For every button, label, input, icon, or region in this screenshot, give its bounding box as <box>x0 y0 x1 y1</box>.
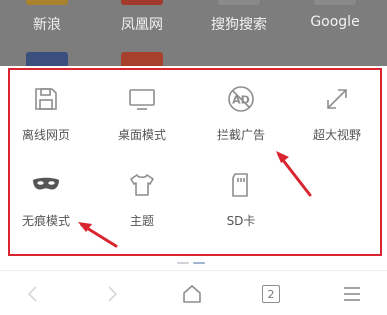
bottom-toolbar: 2 <box>0 270 387 315</box>
hamburger-menu-icon <box>344 287 360 301</box>
page-dot-active <box>193 262 205 264</box>
page-dot <box>177 262 189 264</box>
annotation-arrow <box>78 151 312 248</box>
back-button[interactable] <box>18 279 48 309</box>
tabs-button[interactable]: 2 <box>256 279 286 309</box>
chevron-right-icon <box>108 286 118 302</box>
menu-button[interactable] <box>337 279 367 309</box>
chevron-left-icon <box>27 286 37 302</box>
forward-button[interactable] <box>97 279 127 309</box>
home-icon <box>183 285 201 303</box>
home-button[interactable] <box>177 279 207 309</box>
menu-page-indicator <box>177 262 205 264</box>
tab-count-badge: 2 <box>262 285 280 303</box>
